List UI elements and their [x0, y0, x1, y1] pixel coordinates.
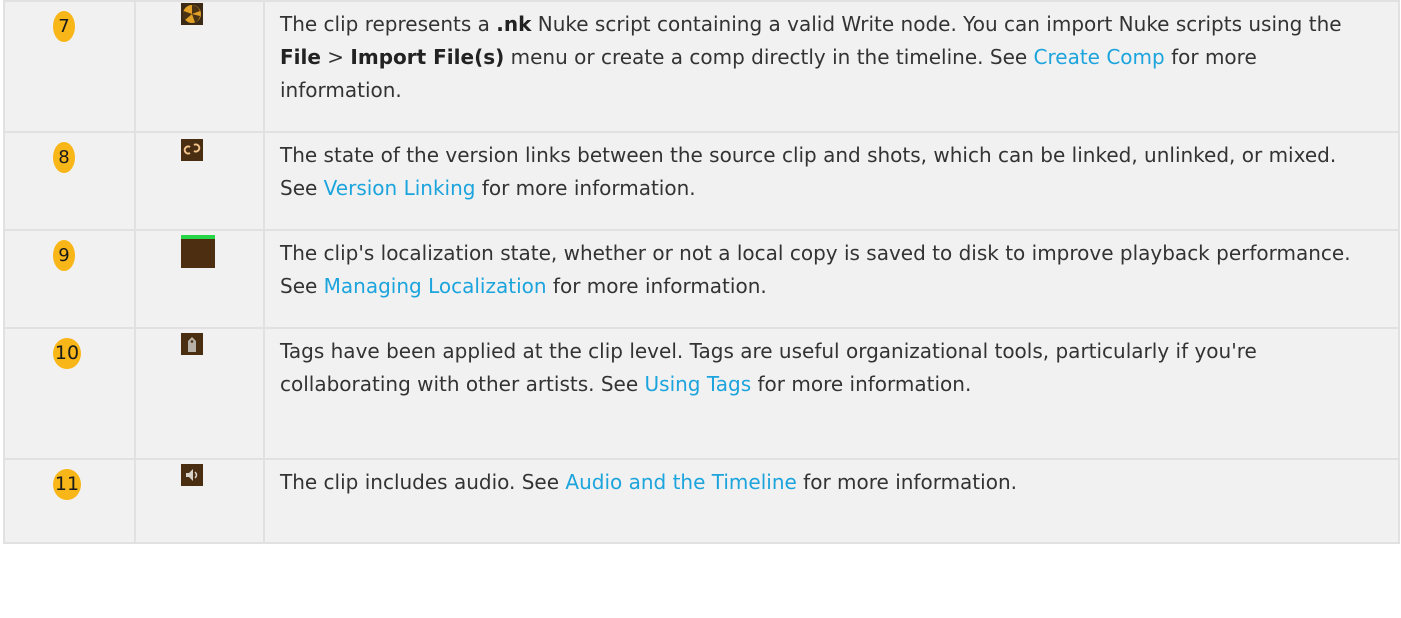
number-cell: 11	[3, 458, 136, 544]
text-fragment: The clip represents a	[280, 12, 497, 36]
bold-term: .nk	[496, 12, 532, 36]
description-cell: The state of the version links between t…	[263, 131, 1400, 231]
using-tags-link[interactable]: Using Tags	[645, 372, 752, 396]
description-text: The state of the version links between t…	[280, 143, 1336, 200]
icon-cell	[134, 0, 265, 133]
audio-icon	[181, 464, 203, 486]
audio-timeline-link[interactable]: Audio and the Timeline	[565, 470, 796, 494]
icon-cell	[134, 131, 265, 231]
description-cell: The clip includes audio. See Audio and t…	[263, 458, 1400, 544]
number-cell: 10	[3, 327, 136, 460]
description-text: Tags have been applied at the clip level…	[280, 339, 1257, 396]
table-row: 11 The clip includes audio. See Audio an…	[3, 458, 1400, 544]
icon-cell	[134, 458, 265, 544]
text-fragment: menu or create a comp directly in the ti…	[504, 45, 1034, 69]
menu-name: File	[280, 45, 321, 69]
table-row: 10 Tags have been applied at the clip le…	[3, 327, 1400, 460]
number-badge: 8	[53, 142, 75, 173]
description-cell: The clip's localization state, whether o…	[263, 229, 1400, 329]
description-text: The clip represents a .nk Nuke script co…	[280, 12, 1342, 102]
text-fragment: The clip includes audio. See	[280, 470, 566, 494]
text-fragment: Nuke script containing a valid Write nod…	[531, 12, 1342, 36]
menu-item-name: Import File(s)	[350, 45, 505, 69]
number-cell: 7	[3, 0, 136, 133]
create-comp-link[interactable]: Create Comp	[1034, 45, 1165, 69]
number-cell: 8	[3, 131, 136, 231]
icon-legend-table: 7 The clip represents a .nk Nuke script …	[3, 0, 1400, 544]
table-row: 9 The clip's localization state, whether…	[3, 229, 1400, 329]
localization-state-icon	[181, 235, 215, 268]
number-badge: 7	[53, 11, 75, 42]
tag-icon	[181, 333, 203, 355]
number-cell: 9	[3, 229, 136, 329]
table-row: 8 The state of the version links between…	[3, 131, 1400, 231]
version-link-icon	[181, 139, 203, 161]
number-badge: 9	[53, 240, 75, 271]
description-text: The clip includes audio. See Audio and t…	[280, 470, 1017, 494]
table-row: 7 The clip represents a .nk Nuke script …	[3, 0, 1400, 133]
managing-localization-link[interactable]: Managing Localization	[324, 274, 547, 298]
description-text: The clip's localization state, whether o…	[280, 241, 1351, 298]
icon-cell	[134, 327, 265, 460]
version-linking-link[interactable]: Version Linking	[324, 176, 476, 200]
icon-cell	[134, 229, 265, 329]
text-fragment: for more information.	[751, 372, 972, 396]
text-fragment: for more information.	[546, 274, 767, 298]
number-badge: 11	[53, 469, 81, 500]
description-cell: The clip represents a .nk Nuke script co…	[263, 0, 1400, 133]
description-cell: Tags have been applied at the clip level…	[263, 327, 1400, 460]
number-badge: 10	[53, 338, 81, 369]
text-fragment: for more information.	[796, 470, 1017, 494]
text-fragment: >	[320, 45, 351, 69]
nuke-script-icon	[181, 3, 203, 25]
text-fragment: for more information.	[475, 176, 696, 200]
